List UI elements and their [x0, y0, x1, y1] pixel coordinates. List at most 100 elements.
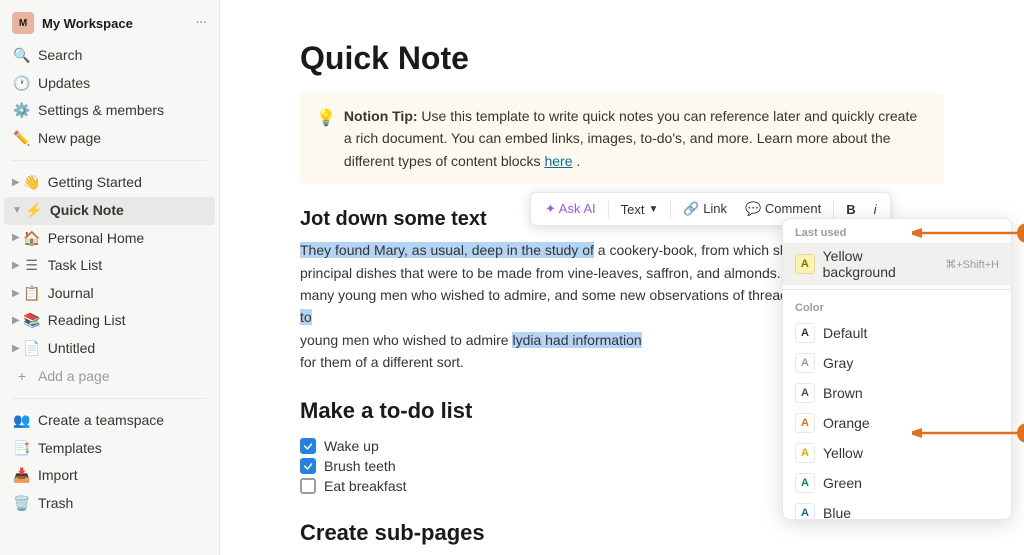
- dropdown-item-blue[interactable]: A Blue: [783, 498, 1011, 519]
- paragraph-cont: young men who wished to admire: [300, 332, 512, 348]
- sidebar-divider-2: [12, 398, 207, 399]
- settings-icon: ⚙️: [12, 101, 32, 121]
- sidebar-item-settings[interactable]: ⚙️ Settings & members: [4, 97, 215, 125]
- sidebar-item-templates[interactable]: 📑 Templates: [4, 435, 215, 463]
- yellow-bg-label: Yellow background: [823, 248, 938, 280]
- sidebar-footer-section: 👥 Create a teamspace 📑 Templates 📥 Impor…: [4, 403, 215, 521]
- blue-color-dot: A: [795, 503, 815, 519]
- search-icon: 🔍: [12, 46, 32, 66]
- import-label: Import: [38, 466, 78, 486]
- sidebar-item-new-page[interactable]: ✏️ New page: [4, 125, 215, 153]
- todo-checkbox-wake-up[interactable]: [300, 438, 316, 454]
- dropdown-item-gray[interactable]: A Gray: [783, 348, 1011, 378]
- text-format-button[interactable]: Text ▼: [613, 198, 667, 221]
- sidebar-search-label: Search: [38, 46, 82, 66]
- dropdown-item-orange[interactable]: A Orange: [783, 408, 1011, 438]
- paragraph-end: for them of a different sort.: [300, 354, 464, 370]
- tip-icon: 💡: [316, 106, 336, 132]
- brown-color-label: Brown: [823, 385, 863, 401]
- orange-color-dot: A: [795, 413, 815, 433]
- untitled-label: Untitled: [48, 339, 95, 359]
- subpages-heading: Create sub-pages: [300, 520, 944, 546]
- todo-label-brush-teeth: Brush teeth: [324, 458, 396, 474]
- updates-icon: 🕐: [12, 74, 32, 94]
- new-page-icon: ✏️: [12, 129, 32, 149]
- bold-label: B: [846, 202, 855, 217]
- workspace-avatar: M: [12, 12, 34, 34]
- sidebar-item-personal-home[interactable]: ▶ 🏠 Personal Home: [4, 225, 215, 253]
- yellow-bg-letter: A: [801, 258, 809, 270]
- selected-text: They found Mary, as usual, deep in the s…: [300, 242, 594, 258]
- sidebar-item-search[interactable]: 🔍 Search: [4, 42, 215, 70]
- chevron-icon: ▶: [12, 231, 20, 245]
- yellow-color-label: Yellow: [823, 445, 863, 461]
- journal-label: Journal: [48, 284, 94, 304]
- todo-label-eat-breakfast: Eat breakfast: [324, 478, 407, 494]
- todo-checkbox-eat-breakfast[interactable]: [300, 478, 316, 494]
- reading-list-label: Reading List: [48, 311, 126, 331]
- sidebar-updates-label: Updates: [38, 74, 90, 94]
- gray-color-dot: A: [795, 353, 815, 373]
- dropdown-item-brown[interactable]: A Brown: [783, 378, 1011, 408]
- sidebar-item-journal[interactable]: ▶ 📋 Journal: [4, 280, 215, 308]
- sidebar-item-create-teamspace[interactable]: 👥 Create a teamspace: [4, 407, 215, 435]
- blue-color-label: Blue: [823, 505, 851, 519]
- add-page-label: Add a page: [38, 367, 110, 387]
- quick-note-icon: ⚡: [24, 201, 44, 221]
- ask-ai-button[interactable]: ✦ Ask AI: [537, 197, 604, 221]
- chevron-icon: ▶: [12, 342, 20, 356]
- journal-icon: 📋: [22, 284, 42, 304]
- italic-label: i: [874, 202, 877, 217]
- toolbar-divider-3: [833, 200, 834, 218]
- dropdown-chevron-icon: ▼: [648, 204, 658, 215]
- sidebar-settings-label: Settings & members: [38, 101, 164, 121]
- task-list-label: Task List: [48, 256, 102, 276]
- templates-label: Templates: [38, 439, 102, 459]
- text-label: Text: [621, 202, 645, 217]
- sidebar-item-getting-started[interactable]: ▶ 👋 Getting Started: [4, 169, 215, 197]
- selected-text-4: lydia had information: [512, 332, 641, 348]
- sidebar-item-untitled[interactable]: ▶ 📄 Untitled: [4, 335, 215, 363]
- dropdown-item-green[interactable]: A Green: [783, 468, 1011, 498]
- sidebar-item-task-list[interactable]: ▶ ☰ Task List: [4, 252, 215, 280]
- dropdown-item-yellow[interactable]: A Yellow: [783, 438, 1011, 468]
- dropdown-item-default[interactable]: A Default: [783, 318, 1011, 348]
- sidebar-item-trash[interactable]: 🗑️ Trash: [4, 490, 215, 518]
- tip-body: Use this template to write quick notes y…: [344, 108, 917, 169]
- add-page-icon: +: [12, 367, 32, 387]
- main-content-area: Quick Note 💡 Notion Tip: Use this templa…: [220, 0, 1024, 555]
- brown-color-dot: A: [795, 383, 815, 403]
- notion-tip-block: 💡 Notion Tip: Use this template to write…: [300, 93, 944, 184]
- sidebar-item-import[interactable]: 📥 Import: [4, 462, 215, 490]
- toolbar-divider: [608, 200, 609, 218]
- todo-checkbox-brush-teeth[interactable]: [300, 458, 316, 474]
- quick-note-label: Quick Note: [50, 201, 124, 221]
- tip-prefix: Notion Tip:: [344, 108, 418, 124]
- yellow-bg-dot: A: [795, 254, 815, 274]
- tip-suffix: .: [576, 153, 580, 169]
- workspace-switcher[interactable]: M My Workspace ···: [4, 8, 215, 38]
- tip-link[interactable]: here: [544, 153, 572, 169]
- trash-label: Trash: [38, 494, 73, 514]
- getting-started-label: Getting Started: [48, 173, 142, 193]
- sidebar-item-updates[interactable]: 🕐 Updates: [4, 70, 215, 98]
- personal-home-label: Personal Home: [48, 229, 145, 249]
- default-color-label: Default: [823, 325, 867, 341]
- green-color-dot: A: [795, 473, 815, 493]
- color-dropdown: Last used A Yellow background ⌘+Shift+H …: [782, 218, 1012, 520]
- yellow-bg-shortcut: ⌘+Shift+H: [945, 258, 999, 271]
- sidebar-item-add-page[interactable]: + Add a page: [4, 363, 215, 391]
- sidebar-item-quick-note[interactable]: ▼ ⚡ Quick Note: [4, 197, 215, 225]
- link-button[interactable]: 🔗 Link: [675, 197, 735, 221]
- sidebar-item-reading-list[interactable]: ▶ 📚 Reading List: [4, 307, 215, 335]
- dropdown-scroll: Last used A Yellow background ⌘+Shift+H …: [783, 219, 1011, 519]
- dropdown-divider-1: [783, 289, 1011, 290]
- sidebar-top-section: 🔍 Search 🕐 Updates ⚙️ Settings & members…: [4, 38, 215, 156]
- dropdown-item-yellow-bg[interactable]: A Yellow background ⌘+Shift+H: [783, 243, 1011, 285]
- workspace-chevron: ···: [196, 17, 207, 29]
- green-color-label: Green: [823, 475, 862, 491]
- chevron-icon: ▶: [12, 314, 20, 328]
- color-section-label: Color: [783, 294, 1011, 318]
- todo-label-wake-up: Wake up: [324, 438, 379, 454]
- trash-icon: 🗑️: [12, 494, 32, 514]
